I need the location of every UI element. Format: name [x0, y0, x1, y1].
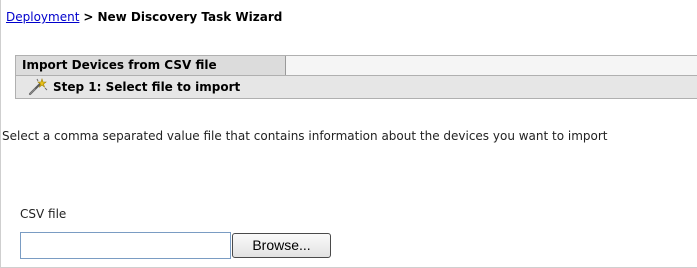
csv-file-path-input[interactable] — [20, 232, 231, 259]
breadcrumb: Deployment > New Discovery Task Wizard — [6, 9, 282, 25]
breadcrumb-current: New Discovery Task Wizard — [97, 10, 283, 24]
csv-file-label: CSV file — [20, 207, 67, 221]
tab-import-devices[interactable]: Import Devices from CSV file — [16, 56, 286, 75]
page-frame: Deployment > New Discovery Task Wizard Imp… — [0, 0, 697, 268]
instructions-text: Select a comma separated value file that… — [2, 129, 608, 143]
wand-icon — [28, 78, 48, 96]
tab-strip: Import Devices from CSV file — [15, 55, 697, 75]
step-header: Step 1: Select file to import — [15, 75, 697, 99]
browse-button[interactable]: Browse... — [232, 233, 331, 258]
breadcrumb-link-deployment[interactable]: Deployment — [6, 10, 79, 24]
step-title: Step 1: Select file to import — [53, 80, 241, 94]
breadcrumb-separator: > — [83, 10, 94, 24]
